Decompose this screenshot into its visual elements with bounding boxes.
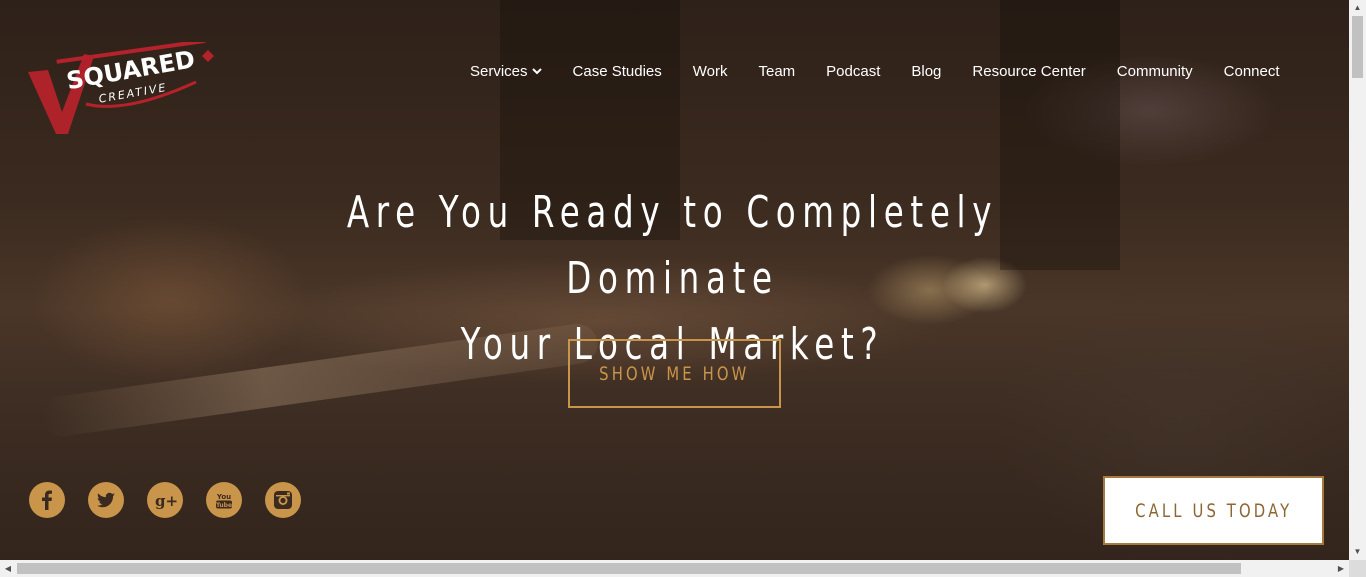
- vertical-scroll-thumb[interactable]: [1352, 16, 1363, 78]
- svg-text:You: You: [216, 493, 231, 501]
- scroll-up-arrow-icon[interactable]: ▲: [1349, 2, 1366, 14]
- nav-item-label: Work: [692, 62, 728, 80]
- nav-item-label: Podcast: [826, 62, 881, 80]
- nav-item-resource-center[interactable]: Resource Center: [972, 63, 1085, 80]
- nav-item-label: Blog: [911, 62, 942, 80]
- scrollbar-corner: [1349, 560, 1366, 577]
- svg-text:Tube: Tube: [216, 502, 232, 509]
- logo[interactable]: SQUARED CREATIVE: [26, 38, 221, 137]
- google-plus-icon[interactable]: g+: [147, 482, 183, 518]
- vsquared-logo-icon: SQUARED CREATIVE: [28, 38, 214, 134]
- call-us-today-label: CALL US TODAY: [1134, 499, 1293, 522]
- nav-item-team[interactable]: Team: [758, 63, 795, 80]
- youtube-icon[interactable]: You Tube: [206, 482, 242, 518]
- hero-headline-line-1: Are You Ready to Completely Dominate: [346, 187, 999, 304]
- scroll-down-arrow-icon[interactable]: ▼: [1349, 546, 1366, 558]
- nav-item-services[interactable]: Services: [470, 63, 542, 80]
- nav-item-podcast[interactable]: Podcast: [826, 63, 880, 80]
- facebook-icon[interactable]: [29, 482, 65, 518]
- nav-item-label: Team: [758, 62, 796, 80]
- show-me-how-button[interactable]: SHOW ME HOW: [568, 339, 781, 408]
- nav-item-connect[interactable]: Connect: [1224, 63, 1280, 80]
- nav-item-label: Community: [1116, 62, 1193, 80]
- horizontal-scrollbar[interactable]: ◀ ▶: [0, 560, 1349, 577]
- nav-item-work[interactable]: Work: [693, 63, 728, 80]
- nav-item-case-studies[interactable]: Case Studies: [573, 63, 662, 80]
- scroll-left-arrow-icon[interactable]: ◀: [2, 562, 14, 575]
- show-me-how-label: SHOW ME HOW: [599, 362, 750, 385]
- nav-item-blog[interactable]: Blog: [911, 63, 941, 80]
- call-us-today-button[interactable]: CALL US TODAY: [1103, 476, 1324, 545]
- twitter-icon[interactable]: [88, 482, 124, 518]
- social-links: g+ You Tube: [29, 482, 301, 518]
- instagram-icon[interactable]: [265, 482, 301, 518]
- horizontal-scroll-thumb[interactable]: [17, 563, 1241, 574]
- chevron-down-icon: [531, 68, 542, 75]
- nav-item-label: Services: [470, 62, 528, 80]
- main-nav: Services Case Studies Work Team Podcast …: [470, 60, 1280, 82]
- nav-item-label: Connect: [1223, 62, 1280, 80]
- nav-item-label: Resource Center: [972, 62, 1086, 80]
- svg-text:g+: g+: [155, 492, 178, 510]
- scroll-right-arrow-icon[interactable]: ▶: [1335, 562, 1347, 575]
- nav-item-label: Case Studies: [572, 62, 662, 80]
- vertical-scrollbar[interactable]: ▲ ▼: [1349, 0, 1366, 560]
- nav-item-community[interactable]: Community: [1117, 63, 1193, 80]
